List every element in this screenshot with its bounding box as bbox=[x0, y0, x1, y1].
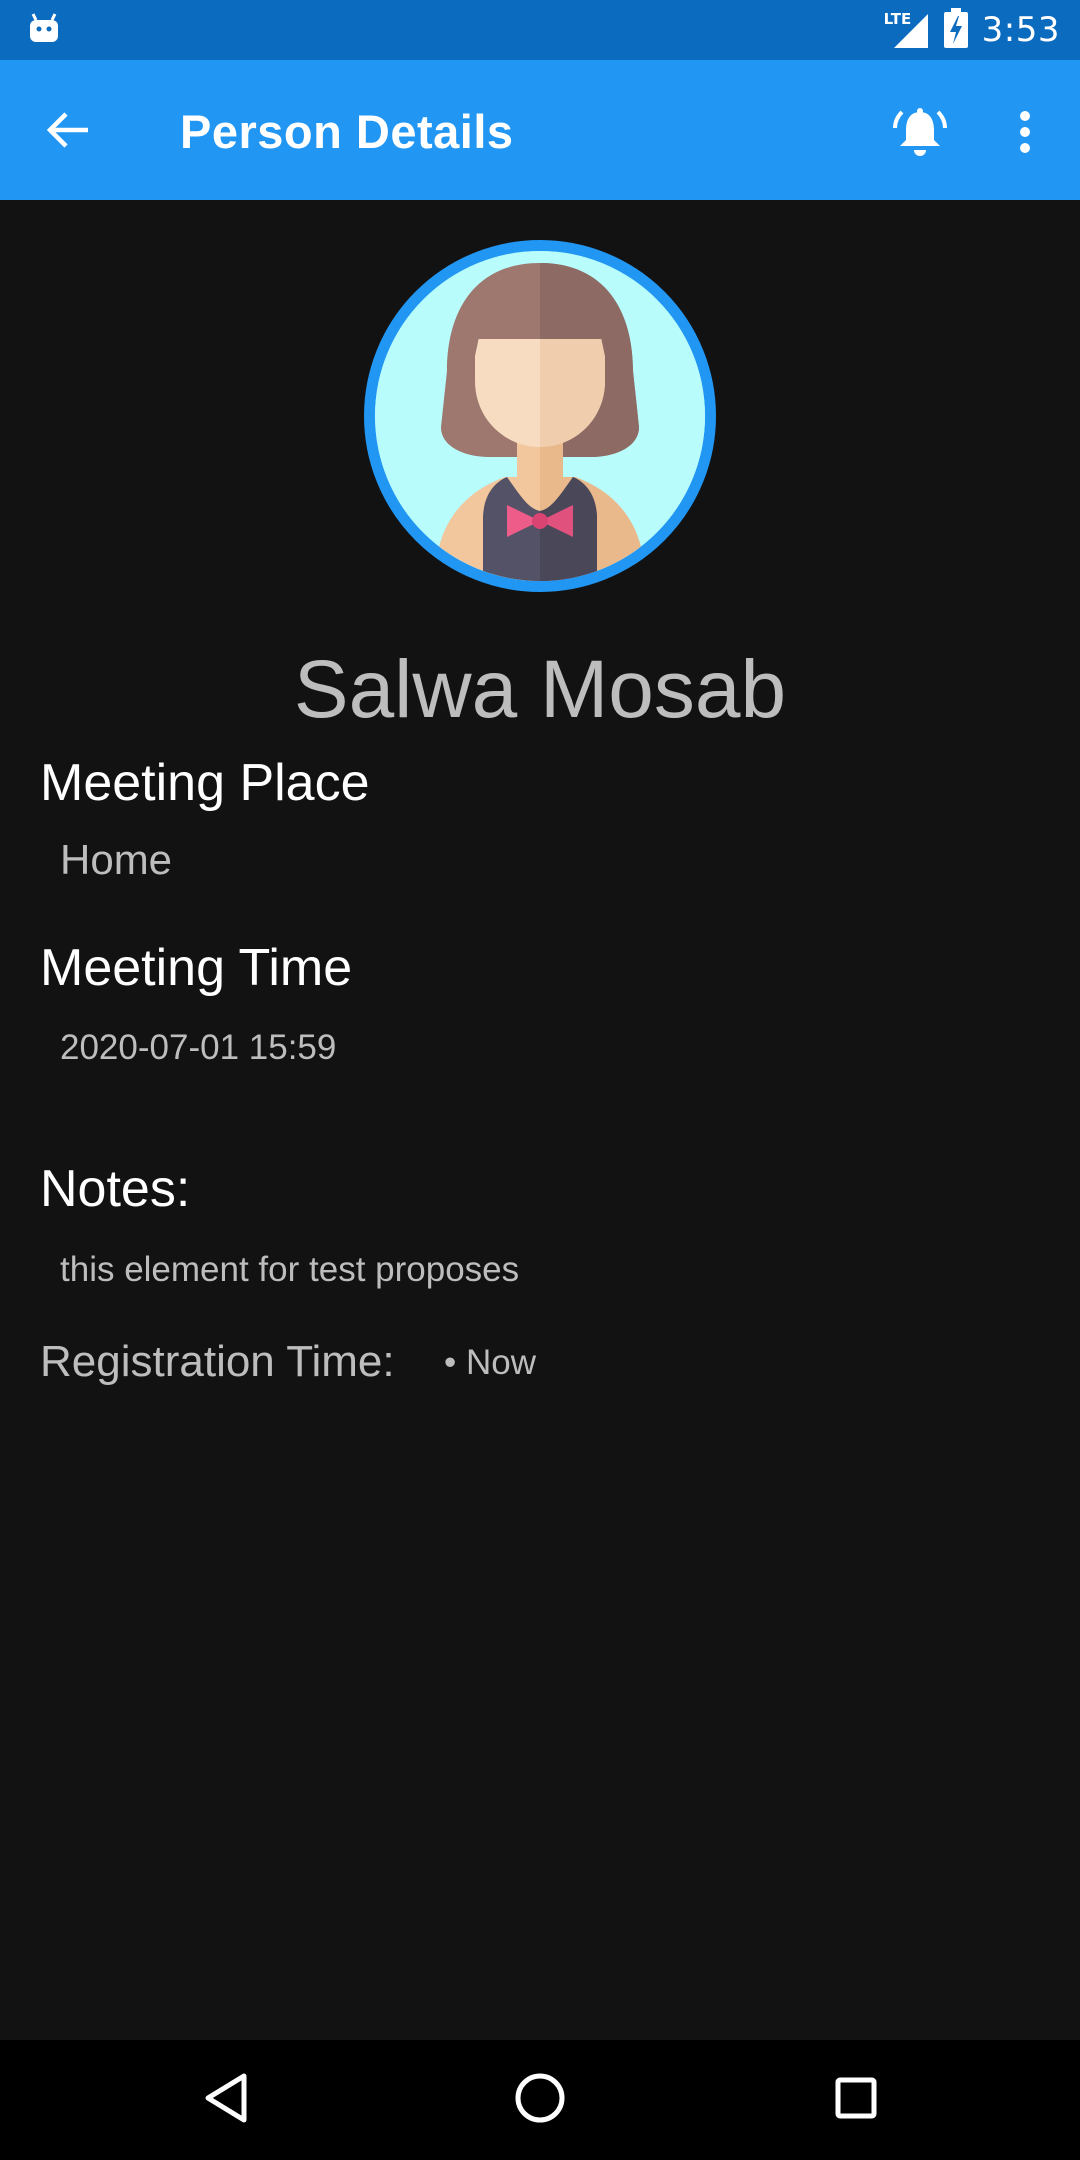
meeting-place-value: Home bbox=[60, 836, 173, 883]
android-icon bbox=[28, 12, 60, 49]
meeting-time-value: 2020-07-01 15:59 bbox=[60, 1028, 337, 1067]
bell-alarm-icon bbox=[892, 104, 948, 165]
avatar bbox=[364, 240, 716, 592]
nav-home-button[interactable] bbox=[502, 2062, 578, 2138]
more-vert-icon bbox=[1018, 110, 1032, 159]
notes-value: this element for test proposes bbox=[60, 1250, 520, 1289]
page-title: Person Details bbox=[180, 105, 514, 158]
registration-time-label: Registration Time: bbox=[40, 1337, 395, 1386]
meeting-place-label: Meeting Place bbox=[40, 754, 370, 812]
nav-recents-button[interactable] bbox=[818, 2062, 894, 2138]
female-avatar-icon bbox=[375, 251, 705, 581]
nav-home-icon bbox=[514, 2072, 566, 2129]
person-name: Salwa Mosab bbox=[293, 644, 787, 735]
meeting-time-label: Meeting Time bbox=[40, 939, 353, 997]
nav-back-button[interactable] bbox=[188, 2062, 264, 2138]
more-options-button[interactable] bbox=[1000, 102, 1050, 166]
nav-back-icon bbox=[202, 2072, 250, 2129]
status-bar: LTE 3:53 bbox=[0, 0, 1080, 60]
notes-label: Notes: bbox=[40, 1160, 191, 1218]
alarm-button[interactable] bbox=[888, 102, 952, 166]
back-button[interactable] bbox=[40, 104, 96, 160]
battery-charging-icon bbox=[943, 7, 968, 53]
registration-time-value: • Now bbox=[444, 1343, 536, 1382]
navigation-bar bbox=[0, 2040, 1080, 2160]
status-time: 3:53 bbox=[981, 10, 1060, 50]
nav-recents-icon bbox=[834, 2076, 878, 2125]
back-arrow-icon bbox=[46, 110, 90, 155]
signal-icon: LTE bbox=[884, 10, 930, 50]
app-bar: Person Details bbox=[0, 60, 1080, 200]
